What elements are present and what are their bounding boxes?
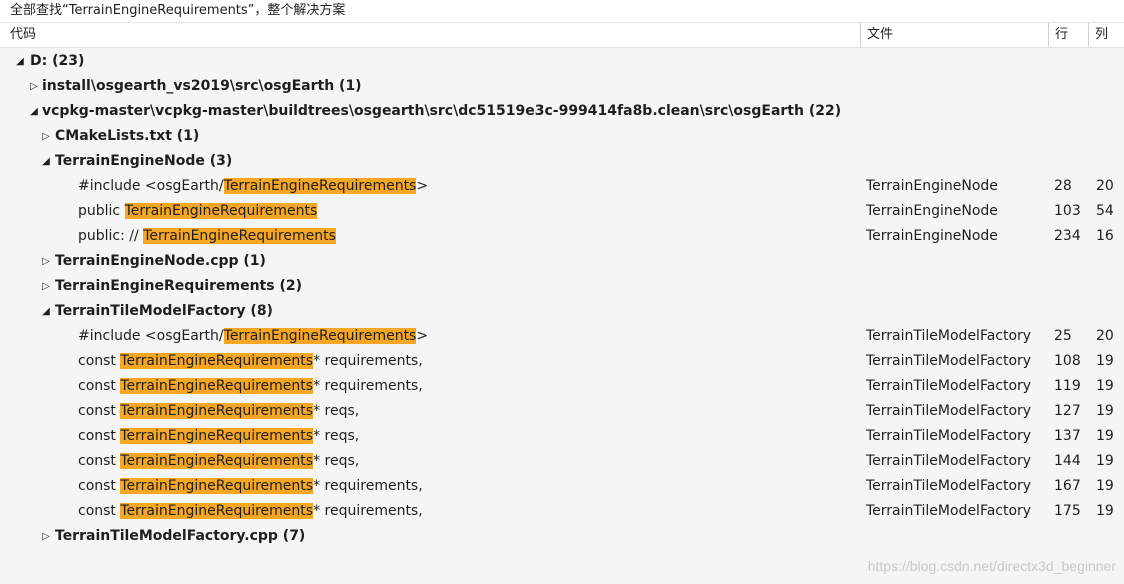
match-highlight: TerrainEngineRequirements <box>120 503 314 519</box>
collapsed-arrow-icon[interactable]: ▷ <box>40 274 52 299</box>
match-highlight: TerrainEngineRequirements <box>223 328 417 344</box>
column-line[interactable]: 行 <box>1048 23 1088 47</box>
result-row[interactable]: const TerrainEngineRequirements* require… <box>0 474 1124 499</box>
column-header: 代码 文件 行 列 <box>0 22 1124 48</box>
expanded-arrow-icon[interactable]: ◢ <box>14 49 26 74</box>
match-highlight: TerrainEngineRequirements <box>120 403 314 419</box>
result-row[interactable]: const TerrainEngineRequirements* require… <box>0 499 1124 524</box>
match-highlight: TerrainEngineRequirements <box>120 453 314 469</box>
tree-node-terraintilemodelfactory[interactable]: ◢ TerrainTileModelFactory (8) <box>0 299 1124 324</box>
result-row[interactable]: const TerrainEngineRequirements* reqs, T… <box>0 399 1124 424</box>
expanded-arrow-icon[interactable]: ◢ <box>40 299 52 324</box>
result-row[interactable]: public: // TerrainEngineRequirements Ter… <box>0 224 1124 249</box>
tree-node-terraintilemodelfactory-cpp[interactable]: ▷ TerrainTileModelFactory.cpp (7) <box>0 524 1124 549</box>
column-code[interactable]: 代码 <box>4 23 860 47</box>
match-highlight: TerrainEngineRequirements <box>120 428 314 444</box>
column-file[interactable]: 文件 <box>860 23 1048 47</box>
match-highlight: TerrainEngineRequirements <box>143 228 336 244</box>
match-highlight: TerrainEngineRequirements <box>120 353 314 369</box>
result-row[interactable]: const TerrainEngineRequirements* require… <box>0 374 1124 399</box>
match-highlight: TerrainEngineRequirements <box>120 478 314 494</box>
result-row[interactable]: #include <osgEarth/TerrainEngineRequirem… <box>0 174 1124 199</box>
result-row[interactable]: const TerrainEngineRequirements* require… <box>0 349 1124 374</box>
expanded-arrow-icon[interactable]: ◢ <box>28 99 40 124</box>
tree-node-terrainenginenode-cpp[interactable]: ▷ TerrainEngineNode.cpp (1) <box>0 249 1124 274</box>
collapsed-arrow-icon[interactable]: ▷ <box>40 249 52 274</box>
watermark: https://blog.csdn.net/directx3d_beginner <box>867 558 1116 574</box>
tree-node-vcpkg[interactable]: ◢ vcpkg-master\vcpkg-master\buildtrees\o… <box>0 99 1124 124</box>
tree-node-root[interactable]: ◢ D: (23) <box>0 49 1124 74</box>
collapsed-arrow-icon[interactable]: ▷ <box>40 124 52 149</box>
collapsed-arrow-icon[interactable]: ▷ <box>40 524 52 549</box>
column-col[interactable]: 列 <box>1088 23 1124 47</box>
tree-node-terrainenginenode[interactable]: ◢ TerrainEngineNode (3) <box>0 149 1124 174</box>
match-highlight: TerrainEngineRequirements <box>124 203 318 219</box>
expanded-arrow-icon[interactable]: ◢ <box>40 149 52 174</box>
tree-node-terrainenginerequirements[interactable]: ▷ TerrainEngineRequirements (2) <box>0 274 1124 299</box>
match-highlight: TerrainEngineRequirements <box>223 178 417 194</box>
result-row[interactable]: public TerrainEngineRequirements Terrain… <box>0 199 1124 224</box>
find-results-title: 全部查找“TerrainEngineRequirements”，整个解决方案 <box>0 0 1124 22</box>
tree-node-cmakelists[interactable]: ▷ CMakeLists.txt (1) <box>0 124 1124 149</box>
match-highlight: TerrainEngineRequirements <box>120 378 314 394</box>
collapsed-arrow-icon[interactable]: ▷ <box>28 74 40 99</box>
result-row[interactable]: #include <osgEarth/TerrainEngineRequirem… <box>0 324 1124 349</box>
result-row[interactable]: const TerrainEngineRequirements* reqs, T… <box>0 449 1124 474</box>
result-row[interactable]: const TerrainEngineRequirements* reqs, T… <box>0 424 1124 449</box>
tree-node-install[interactable]: ▷ install\osgearth_vs2019\src\osgEarth (… <box>0 74 1124 99</box>
